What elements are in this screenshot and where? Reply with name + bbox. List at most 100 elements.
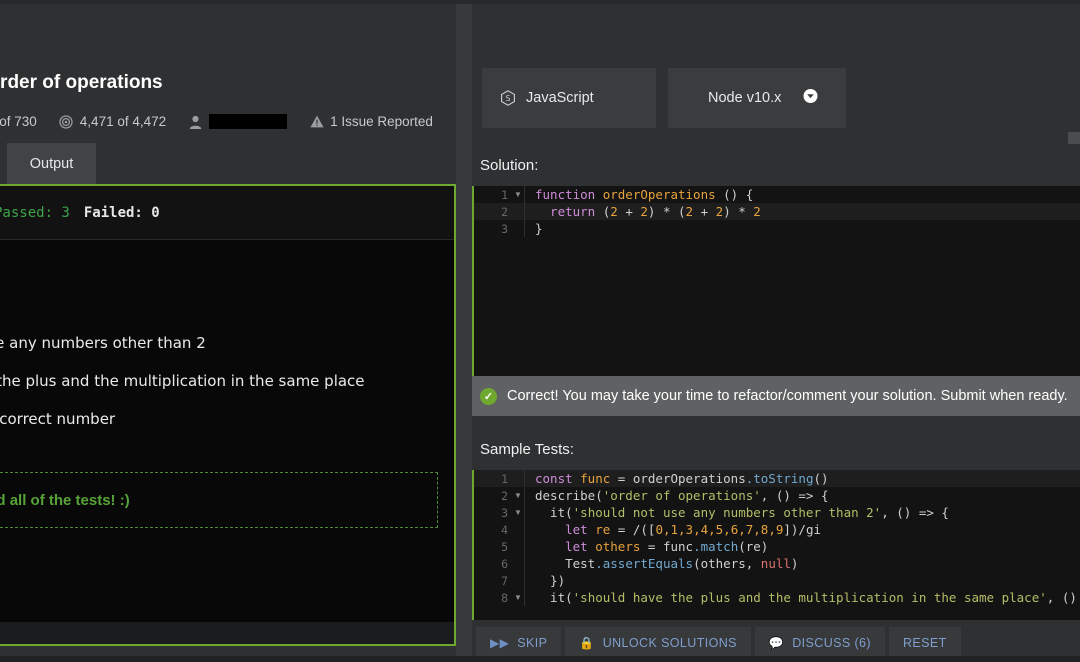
code-line: 7 }) (474, 572, 1080, 589)
code-text: it('should not use any numbers other tha… (535, 505, 949, 520)
correct-message: Correct! You may take your time to refac… (507, 388, 1068, 404)
language-label: JavaScript (526, 90, 594, 106)
fold-arrow-icon[interactable]: ▼ (512, 190, 524, 199)
action-label: SKIP (517, 636, 548, 650)
sample-tests-label: Sample Tests: (480, 440, 574, 458)
panel-divider[interactable] (456, 4, 472, 662)
language-selector[interactable]: S JavaScript (482, 68, 656, 128)
code-line: 5 let others = func.match(re) (474, 538, 1080, 555)
code-line: 1 ▼ function orderOperations () { (474, 186, 1080, 203)
svg-text:S: S (506, 94, 511, 103)
gutter-divider (524, 504, 525, 521)
line-number: 6 (501, 556, 508, 571)
bottom-strip (0, 656, 1080, 662)
kata-rank-value: 4,471 of 4,472 (79, 114, 167, 129)
user-icon (188, 114, 203, 129)
fold-arrow-icon[interactable]: ▼ (512, 508, 524, 517)
discuss-6-button[interactable]: 💬 DISCUSS (6) (754, 627, 885, 659)
line-number: 2 (501, 488, 508, 503)
tab-output[interactable]: Output (7, 143, 96, 184)
javascript-icon: S (500, 90, 516, 106)
gutter-divider (524, 487, 525, 504)
output-tabs: Output (0, 143, 456, 185)
line-number: 1 (501, 471, 508, 486)
line-number: 8 (501, 590, 508, 605)
line-number: 5 (501, 539, 508, 554)
right-panel: S JavaScript Node v10.x Solution: 1 ▼ func… (472, 4, 1080, 662)
output-console: Passed: 3 Failed: 0 s: erations ot use a… (0, 184, 456, 646)
line-number: 4 (501, 522, 508, 537)
stat-kata-rank: 4,471 of 4,472 (59, 114, 166, 129)
code-line: 2 ▼ describe('order of operations', () => … (474, 487, 1080, 504)
code-line: 2 return (2 + 2) * (2 + 2) * 2 (474, 203, 1080, 220)
code-text: const func = orderOperations.toString() (535, 471, 829, 486)
solution-code-editor[interactable]: 1 ▼ function orderOperations () {2 return … (472, 186, 1080, 384)
gutter-divider (524, 470, 525, 487)
all-tests-passed-text: assed all of the tests! :) (0, 491, 130, 509)
passed-count: Passed: 3 (0, 204, 70, 221)
check-circle-icon: ✓ (480, 387, 497, 405)
stat-completion: 9% of 730 (0, 114, 37, 129)
reset-button[interactable]: RESET (888, 627, 961, 659)
sample-tests-section: Sample Tests: 1 const func = orderOperati… (472, 428, 1080, 622)
app-root: hopper - Order of operations 9% of 730 4… (0, 0, 1080, 662)
code-text: it('should have the plus and the multipl… (535, 590, 1077, 605)
completion-time: n 6ms (0, 446, 454, 460)
action-label: DISCUSS (6) (792, 636, 871, 650)
code-text: return (2 + 2) * (2 + 2) * 2 (535, 204, 761, 219)
code-text: let re = /([0,1,3,4,5,6,7,8,9])/gi (535, 522, 822, 537)
gutter-divider (524, 186, 525, 203)
code-text: Test.assertEquals(others, null) (535, 556, 799, 571)
correct-status-bar: ✓ Correct! You may take your time to ref… (472, 376, 1080, 416)
code-text: describe('order of operations', () => { (535, 488, 829, 503)
line-number: 7 (501, 573, 508, 588)
sample-tests-code-editor[interactable]: 1 const func = orderOperations.toString()… (472, 470, 1080, 622)
stat-user (188, 114, 288, 129)
output-line: erations (0, 290, 454, 320)
chevron-down-icon (803, 89, 818, 108)
test-summary: Passed: 3 Failed: 0 (0, 186, 454, 240)
all-tests-passed-banner: assed all of the tests! :) (0, 472, 438, 528)
code-line: 3 ▼ it('should not use any numbers other … (474, 504, 1080, 521)
warning-icon (309, 114, 324, 129)
code-line: 4 let re = /([0,1,3,4,5,6,7,8,9])/gi (474, 521, 1080, 538)
completion-value: 9% of 730 (0, 114, 37, 129)
gutter-divider (524, 555, 525, 572)
output-line: et the correct number (0, 410, 116, 428)
solution-section: Solution: 1 ▼ function orderOperations () … (472, 144, 1080, 412)
challenge-stats: 9% of 730 4,471 of 4,472 (0, 114, 455, 129)
fast-forward-icon: ▶▶ (490, 636, 510, 650)
runtime-selector[interactable]: Node v10.x (668, 68, 846, 128)
code-text: }) (535, 573, 566, 588)
code-text: } (535, 221, 543, 236)
failed-count: Failed: 0 (83, 204, 160, 221)
skip-button[interactable]: ▶▶ SKIP (476, 627, 562, 659)
unlock-solutions-button[interactable]: 🔒 UNLOCK SOLUTIONS (565, 627, 751, 659)
target-icon (59, 114, 74, 129)
gutter-divider (524, 538, 525, 555)
stat-issues[interactable]: 1 Issue Reported (309, 114, 433, 129)
line-number: 1 (501, 187, 508, 202)
code-line: 6 Test.assertEquals(others, null) (474, 555, 1080, 572)
redacted-username (209, 114, 288, 129)
action-label: RESET (902, 636, 947, 650)
code-line: 8 ▼ it('should have the plus and the mult… (474, 589, 1080, 606)
gutter-divider (524, 521, 525, 538)
fold-arrow-icon[interactable]: ▼ (512, 491, 524, 500)
gutter-divider (524, 203, 525, 220)
chat-icon: 💬 (768, 636, 785, 650)
runtime-label: Node v10.x (708, 90, 782, 106)
lock-icon: 🔒 (579, 636, 595, 650)
line-number: 3 (501, 505, 508, 520)
code-line: 1 const func = orderOperations.toString() (474, 470, 1080, 487)
solution-label: Solution: (480, 156, 539, 174)
fold-arrow-icon[interactable]: ▼ (512, 593, 524, 602)
action-label: UNLOCK SOLUTIONS (602, 636, 737, 650)
gutter-divider (524, 589, 525, 606)
code-text: function orderOperations () { (535, 187, 754, 202)
line-number: 2 (501, 204, 508, 219)
test-output-body: s: erations ot use any numbers other tha… (0, 240, 454, 460)
output-line: s: (0, 250, 454, 280)
page-title: hopper - Order of operations (0, 72, 163, 93)
language-bar: S JavaScript Node v10.x (472, 68, 1080, 192)
